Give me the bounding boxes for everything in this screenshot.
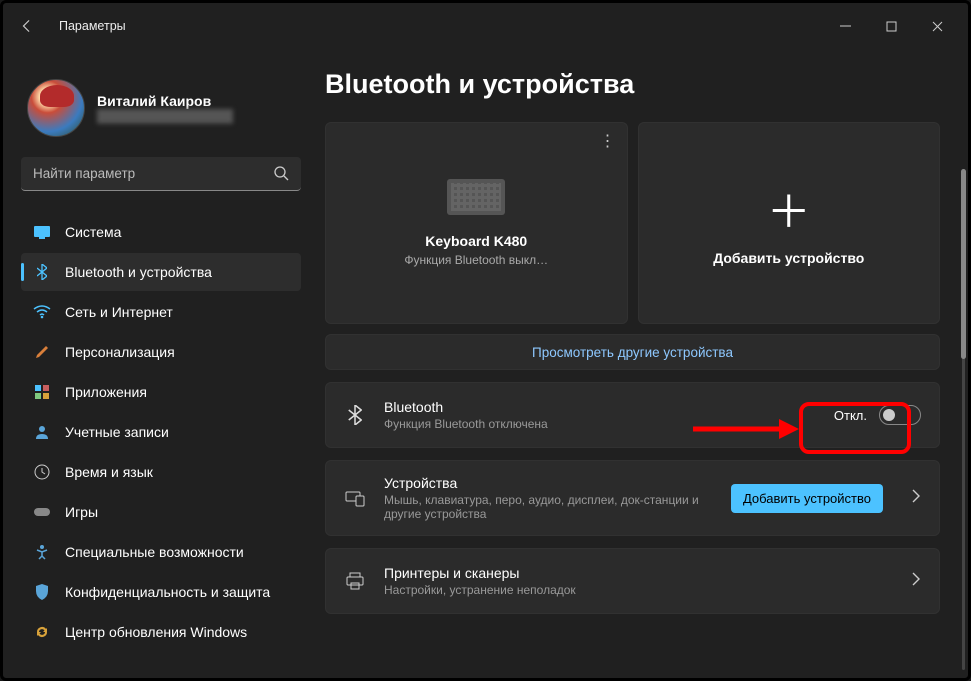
devices-card[interactable]: Устройства Мышь, клавиатура, перо, аудио…: [325, 460, 940, 536]
nav-accounts[interactable]: Учетные записи: [21, 413, 301, 451]
card-title: Устройства: [384, 475, 713, 491]
clock-icon: [33, 463, 51, 481]
add-device-tile[interactable]: ＋ Добавить устройство: [638, 122, 941, 324]
avatar: [27, 79, 85, 137]
wifi-icon: [33, 303, 51, 321]
card-title: Bluetooth: [384, 399, 816, 415]
gamepad-icon: [33, 503, 51, 521]
add-device-button[interactable]: Добавить устройство: [731, 484, 883, 513]
bluetooth-icon: [344, 405, 366, 425]
nav-label: Bluetooth и устройства: [65, 264, 212, 280]
device-name: Keyboard K480: [425, 233, 527, 249]
nav-update[interactable]: Центр обновления Windows: [21, 613, 301, 651]
nav-label: Сеть и Интернет: [65, 304, 173, 320]
card-title: Принтеры и сканеры: [384, 565, 893, 581]
nav-label: Игры: [65, 504, 98, 520]
devices-icon: [344, 489, 366, 507]
search-icon: [273, 165, 289, 186]
add-device-label: Добавить устройство: [713, 250, 864, 266]
accessibility-icon: [33, 543, 51, 561]
search-field[interactable]: [21, 157, 301, 191]
minimize-button[interactable]: [822, 10, 868, 42]
nav-label: Система: [65, 224, 121, 240]
chevron-right-icon: [911, 572, 921, 591]
device-tile-keyboard[interactable]: ⋮ Keyboard K480 Функция Bluetooth выкл…: [325, 122, 628, 324]
nav-label: Приложения: [65, 384, 147, 400]
nav-label: Персонализация: [65, 344, 175, 360]
nav-system[interactable]: Система: [21, 213, 301, 251]
person-icon: [33, 423, 51, 441]
brush-icon: [33, 343, 51, 361]
shield-icon: [33, 583, 51, 601]
nav-apps[interactable]: Приложения: [21, 373, 301, 411]
close-button[interactable]: [914, 10, 960, 42]
plus-icon: ＋: [767, 176, 811, 240]
nav-label: Специальные возможности: [65, 544, 244, 560]
nav-privacy[interactable]: Конфиденциальность и защита: [21, 573, 301, 611]
nav-accessibility[interactable]: Специальные возможности: [21, 533, 301, 571]
window-title: Параметры: [59, 19, 126, 33]
card-subtitle: Мышь, клавиатура, перо, аудио, дисплеи, …: [384, 493, 713, 521]
bluetooth-toggle-card: Bluetooth Функция Bluetooth отключена От…: [325, 382, 940, 448]
printer-icon: [344, 572, 366, 590]
apps-icon: [33, 383, 51, 401]
chevron-right-icon: [911, 489, 921, 508]
nav-gaming[interactable]: Игры: [21, 493, 301, 531]
printers-card[interactable]: Принтеры и сканеры Настройки, устранение…: [325, 548, 940, 614]
nav-personalization[interactable]: Персонализация: [21, 333, 301, 371]
nav-network[interactable]: Сеть и Интернет: [21, 293, 301, 331]
maximize-button[interactable]: [868, 10, 914, 42]
back-button[interactable]: [11, 10, 43, 42]
device-status: Функция Bluetooth выкл…: [404, 253, 548, 267]
bluetooth-icon: [33, 263, 51, 281]
view-more-devices-link[interactable]: Просмотреть другие устройства: [325, 334, 940, 370]
card-subtitle: Функция Bluetooth отключена: [384, 417, 816, 431]
profile-block[interactable]: Виталий Каиров ████████████████: [27, 79, 301, 137]
nav-bluetooth[interactable]: Bluetooth и устройства: [21, 253, 301, 291]
link-text: Просмотреть другие устройства: [532, 345, 733, 360]
nav-time[interactable]: Время и язык: [21, 453, 301, 491]
card-subtitle: Настройки, устранение неполадок: [384, 583, 893, 597]
search-input[interactable]: [21, 157, 301, 191]
more-icon[interactable]: ⋮: [600, 131, 617, 151]
keyboard-icon: [447, 179, 505, 215]
display-icon: [33, 223, 51, 241]
nav-label: Время и язык: [65, 464, 153, 480]
toggle-state-label: Откл.: [834, 408, 867, 423]
bluetooth-toggle[interactable]: [879, 405, 921, 425]
nav-label: Учетные записи: [65, 424, 169, 440]
nav-label: Центр обновления Windows: [65, 624, 247, 640]
update-icon: [33, 623, 51, 641]
profile-email: ████████████████: [97, 109, 233, 123]
scrollbar-thumb[interactable]: [961, 169, 966, 359]
page-heading: Bluetooth и устройства: [325, 69, 940, 100]
profile-name: Виталий Каиров: [97, 93, 233, 109]
nav-label: Конфиденциальность и защита: [65, 584, 270, 600]
